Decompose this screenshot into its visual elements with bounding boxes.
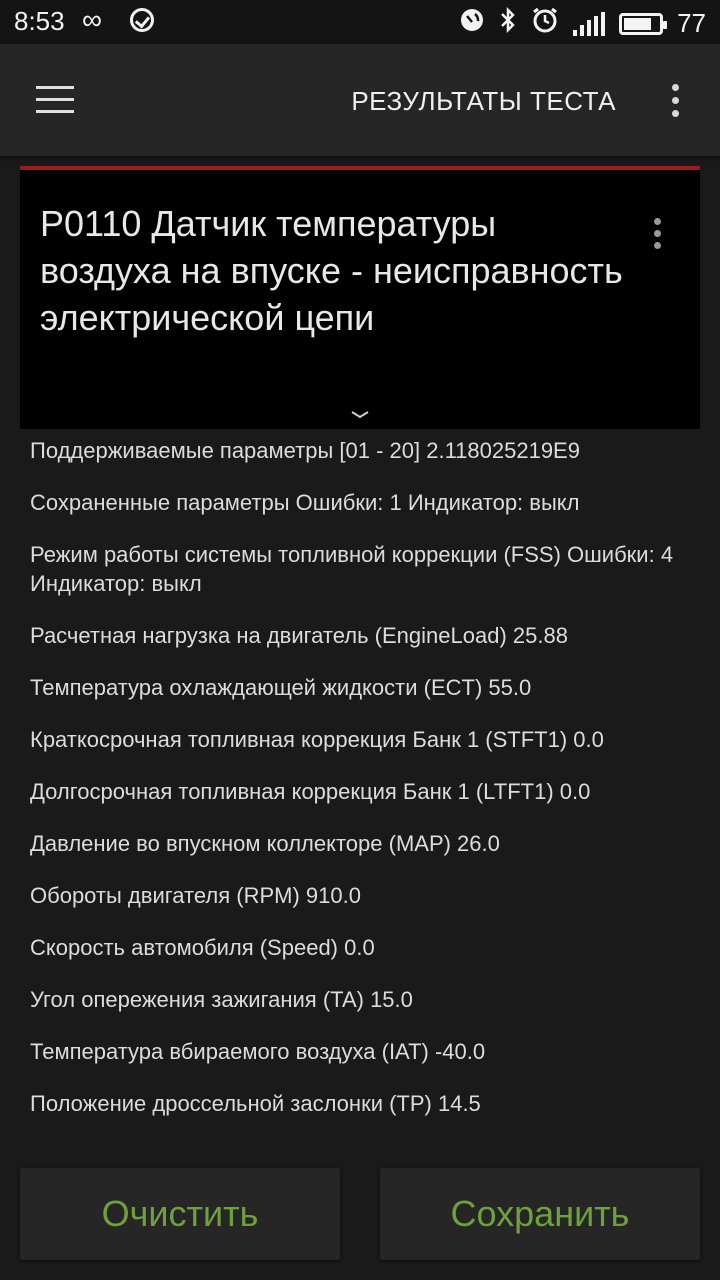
overflow-menu-icon[interactable] <box>672 84 680 118</box>
list-item: Расчетная нагрузка на двигатель (EngineL… <box>30 623 568 648</box>
error-code-card[interactable]: P0110 Датчик температуры воздуха на впус… <box>20 166 700 429</box>
error-code-title: P0110 Датчик температуры воздуха на впус… <box>40 203 623 338</box>
battery-icon <box>619 12 668 35</box>
clear-button[interactable]: Очистить <box>20 1168 340 1260</box>
page-title: РЕЗУЛЬТАТЫ ТЕСТА <box>351 86 616 116</box>
app-bar: РЕЗУЛЬТАТЫ ТЕСТА <box>0 44 720 156</box>
alarm-icon <box>531 6 559 41</box>
list-item: Давление во впускном коллекторе (MAP) 26… <box>30 831 500 856</box>
list-item: Краткосрочная топливная коррекция Банк 1… <box>30 727 604 752</box>
list-item: Положение дроссельной заслонки (TP) 14.5 <box>30 1091 481 1116</box>
check-circle-icon <box>130 8 154 32</box>
list-item: Угол опережения зажигания (TA) 15.0 <box>30 987 413 1012</box>
nfc-icon <box>459 7 485 40</box>
chevron-down-icon[interactable] <box>350 410 370 420</box>
menu-icon[interactable] <box>36 86 76 116</box>
list-item: Температура охлаждающей жидкости (ECT) 5… <box>30 675 532 700</box>
list-item: Скорость автомобиля (Speed) 0.0 <box>30 935 375 960</box>
list-item: Поддерживаемые параметры [01 - 20] 2.118… <box>30 438 580 463</box>
card-menu-icon[interactable] <box>654 218 662 252</box>
status-time: 8:53 <box>14 6 65 36</box>
list-item: Долгосрочная топливная коррекция Банк 1 … <box>30 779 591 804</box>
save-button[interactable]: Сохранить <box>380 1168 700 1260</box>
bluetooth-icon <box>499 6 517 40</box>
list-item: Режим работы системы топливной коррекции… <box>30 542 674 596</box>
status-bar: 8:53 ∞ 77 <box>0 0 720 44</box>
battery-level: 77 <box>677 8 706 38</box>
signal-icon <box>573 11 606 36</box>
list-item: Обороты двигателя (RPM) 910.0 <box>30 883 361 908</box>
parameters-list: Поддерживаемые параметры [01 - 20] 2.118… <box>30 436 700 1156</box>
list-item: Температура вбираемого воздуха (IAT) -40… <box>30 1039 486 1064</box>
list-item: Сохраненные параметры Ошибки: 1 Индикато… <box>30 490 580 515</box>
infinity-icon: ∞ <box>82 4 102 35</box>
bottom-action-bar: Очистить Сохранить <box>0 1158 720 1280</box>
